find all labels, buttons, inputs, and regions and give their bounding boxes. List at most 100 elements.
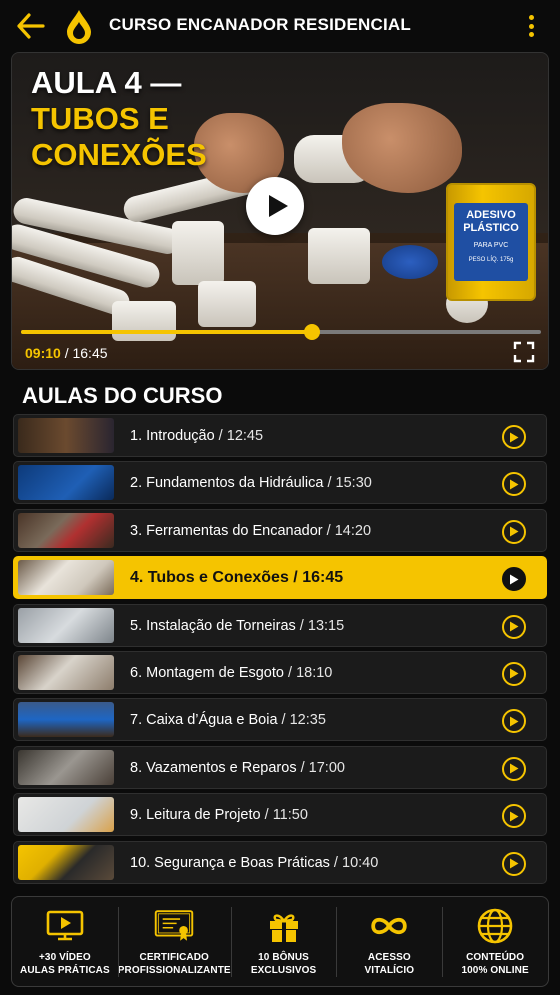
lesson-play-icon[interactable] — [502, 851, 526, 876]
lesson-name: 4. Tubos e Conexões — [130, 569, 289, 587]
features-strip: +30 VÍDEO AULAS PRÁTICAS CERTIFICADO PROFIS… — [11, 896, 549, 987]
lesson-duration: 16:45 — [302, 569, 344, 587]
lesson-thumbnail — [18, 654, 114, 690]
feature-item: +30 VÍDEO AULAS PRÁTICAS — [12, 897, 118, 986]
lesson-name: 1. Introdução — [130, 428, 215, 444]
lesson-label: 7. Caixa d’Água e Boia / 12:35 — [130, 712, 326, 728]
lesson-item[interactable]: 6. Montagem de Esgoto / 18:10 — [13, 650, 547, 694]
lesson-play-icon[interactable] — [502, 804, 526, 829]
lesson-item[interactable]: 5. Instalação de Torneiras / 13:15 — [13, 603, 547, 647]
can-label-text: PARA PVC — [473, 242, 509, 249]
can-label-text: PLÁSTICO — [463, 222, 519, 234]
lesson-separator: / — [295, 617, 308, 634]
lesson-separator: / — [277, 712, 290, 729]
lesson-label: 5. Instalação de Torneiras / 13:15 — [130, 618, 344, 634]
feature-item: CONTEÚDO 100% ONLINE — [442, 897, 548, 986]
fullscreen-icon[interactable] — [513, 341, 535, 363]
lesson-thumbnail — [18, 749, 114, 785]
lesson-separator: / — [296, 759, 309, 776]
lesson-label: 2. Fundamentos da Hidráulica / 15:30 — [130, 475, 372, 491]
time-separator: / — [64, 345, 69, 361]
lesson-play-icon[interactable] — [502, 519, 526, 544]
can-label-text: PESO LÍQ. 175g — [468, 257, 514, 263]
lesson-item[interactable]: 10. Segurança e Boas Práticas / 10:40 — [13, 840, 547, 884]
video-lesson-title: AULA 4 — TUBOS E CONEXÕES — [31, 65, 207, 173]
lesson-name: 5. Instalação de Torneiras — [130, 617, 296, 634]
can-lid-image — [382, 245, 438, 279]
pvc-tee-image — [308, 228, 370, 284]
video-title-line: AULA 4 — — [31, 65, 182, 100]
lesson-label: 10. Segurança e Boas Práticas / 10:40 — [130, 855, 378, 871]
lesson-name: 8. Vazamentos e Reparos — [130, 759, 297, 776]
section-title: AULAS DO CURSO — [22, 383, 223, 408]
lesson-play-icon[interactable] — [502, 472, 526, 497]
water-drop-logo-icon — [64, 8, 94, 44]
feature-label-line: ACESSO — [367, 952, 411, 963]
feature-label-line: PROFISSIONALIZANTE — [117, 965, 231, 976]
lesson-label: 3. Ferramentas do Encanador / 14:20 — [130, 523, 371, 539]
lesson-thumbnail — [18, 465, 114, 501]
video-progress-bar[interactable] — [21, 324, 541, 340]
lesson-item[interactable]: 2. Fundamentos da Hidráulica / 15:30 — [13, 461, 547, 505]
lesson-item[interactable]: 3. Ferramentas do Encanador / 14:20 — [13, 508, 547, 552]
page-title: CURSO ENCANADOR RESIDENCIAL — [109, 15, 411, 34]
feature-label-line: VITALÍCIO — [364, 965, 415, 976]
lesson-name: 9. Leitura de Projeto — [130, 807, 261, 824]
feature-label-line: +30 VÍDEO — [38, 952, 91, 963]
lesson-item[interactable]: 7. Caixa d’Água e Boia / 12:35 — [13, 698, 547, 742]
back-arrow-icon[interactable] — [16, 12, 46, 40]
lesson-play-icon[interactable] — [502, 567, 526, 592]
lesson-name: 3. Ferramentas do Encanador — [130, 522, 323, 539]
progress-fill — [21, 330, 313, 334]
feature-label-line: AULAS PRÁTICAS — [20, 965, 110, 976]
lesson-duration: 10:40 — [342, 854, 379, 871]
pvc-adhesive-can-image: ADESIVO PLÁSTICO PARA PVC PESO LÍQ. 175g — [446, 183, 536, 301]
feature-label: ACESSO VITALÍCIO — [365, 951, 415, 977]
lesson-separator: / — [329, 854, 342, 871]
lesson-label: 1. Introdução / 12:45 — [130, 428, 263, 444]
lesson-thumbnail — [18, 512, 114, 548]
feature-label: +30 VÍDEO AULAS PRÁTICAS — [20, 951, 110, 977]
lesson-item[interactable]: 8. Vazamentos e Reparos / 17:00 — [13, 745, 547, 789]
video-title-line: CONEXÕES — [31, 137, 207, 172]
lesson-item[interactable]: 9. Leitura de Projeto / 11:50 — [13, 793, 547, 837]
lesson-play-icon[interactable] — [502, 425, 526, 449]
feature-label: CONTEÚDO 100% ONLINE — [461, 951, 528, 977]
lesson-label: 4. Tubos e Conexões / 16:45 — [130, 569, 343, 587]
lesson-duration: 13:15 — [307, 617, 345, 634]
lesson-separator: / — [260, 807, 273, 824]
infinity-icon — [369, 907, 409, 945]
lesson-thumbnail — [18, 702, 114, 738]
play-icon — [268, 195, 288, 217]
lesson-item[interactable]: 4. Tubos e Conexões / 16:45 — [13, 556, 547, 600]
lesson-play-icon[interactable] — [502, 661, 526, 686]
lesson-label: 9. Leitura de Projeto / 11:50 — [130, 807, 308, 823]
lesson-duration: 12:45 — [226, 428, 264, 444]
lesson-thumbnail — [18, 607, 114, 643]
feature-item: CERTIFICADO PROFISSIONALIZANTE — [117, 897, 231, 986]
lesson-name: 6. Montagem de Esgoto — [130, 664, 284, 681]
lesson-play-icon[interactable] — [502, 756, 526, 781]
globe-icon — [475, 907, 515, 945]
feature-label-line: CERTIFICADO — [139, 952, 209, 963]
video-title-line: TUBOS E — [31, 101, 169, 136]
gift-icon — [264, 907, 304, 945]
feature-label-line: EXCLUSIVOS — [250, 965, 317, 976]
lesson-thumbnail — [18, 797, 114, 833]
play-button[interactable] — [246, 177, 304, 235]
lesson-play-icon[interactable] — [502, 614, 526, 639]
lesson-thumbnail — [18, 844, 114, 880]
lesson-duration: 14:20 — [334, 522, 372, 539]
lesson-item[interactable]: 1. Introdução / 12:45 — [13, 414, 547, 457]
app-header: CURSO ENCANADOR RESIDENCIAL — [0, 0, 560, 52]
lesson-thumbnail — [18, 560, 114, 596]
more-options-icon[interactable] — [522, 12, 540, 40]
lesson-play-icon[interactable] — [502, 709, 526, 734]
lesson-separator: / — [214, 428, 227, 444]
lesson-thumbnail — [18, 418, 114, 453]
lesson-name: 10. Segurança e Boas Práticas — [130, 854, 330, 871]
video-player[interactable]: ADESIVO PLÁSTICO PARA PVC PESO LÍQ. 175g… — [11, 52, 549, 370]
lesson-separator: / — [288, 569, 303, 587]
pvc-elbow-image — [198, 281, 256, 327]
lesson-duration: 17:00 — [308, 759, 345, 776]
